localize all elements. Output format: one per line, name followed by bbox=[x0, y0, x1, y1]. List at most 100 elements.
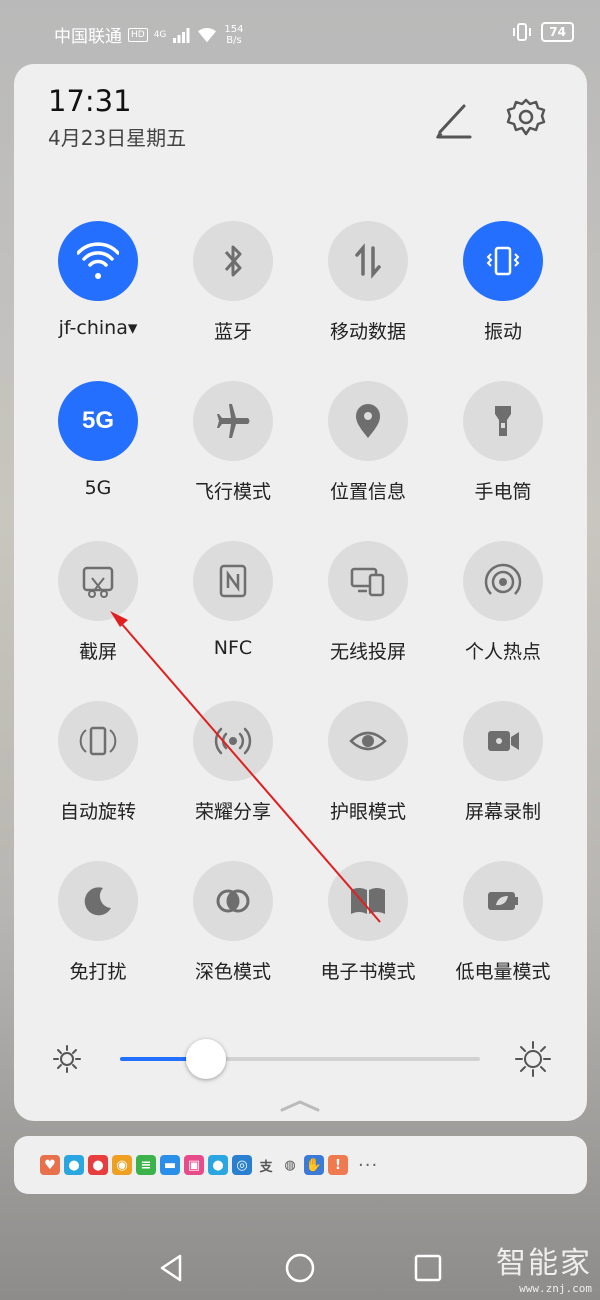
hand-icon: ✋ bbox=[304, 1155, 324, 1175]
tile-toggle[interactable] bbox=[193, 221, 273, 301]
vibrate-status-icon bbox=[513, 23, 532, 41]
tile-toggle[interactable] bbox=[193, 701, 273, 781]
tile-screenshot[interactable]: 截屏 bbox=[33, 541, 163, 664]
tile-label: 移动数据 bbox=[329, 321, 406, 343]
edit-button[interactable] bbox=[432, 96, 476, 140]
tile-ebook[interactable]: 电子书模式 bbox=[303, 861, 433, 984]
brightness-low-icon bbox=[53, 1045, 81, 1073]
tile-toggle[interactable] bbox=[463, 221, 543, 301]
screenshot-icon bbox=[82, 566, 114, 598]
tile-eye-comfort[interactable]: 护眼模式 bbox=[303, 701, 433, 824]
tile-toggle[interactable] bbox=[328, 701, 408, 781]
tile-toggle[interactable] bbox=[58, 541, 138, 621]
tile-toggle[interactable] bbox=[328, 381, 408, 461]
tile-wireless-projection[interactable]: 无线投屏 bbox=[303, 541, 433, 664]
safari-icon: ◎ bbox=[232, 1155, 252, 1175]
brightness-slider-thumb[interactable] bbox=[186, 1039, 226, 1079]
tile-mobile-data[interactable]: 移动数据 bbox=[303, 221, 433, 344]
tile-honor-share[interactable]: 荣耀分享 bbox=[168, 701, 298, 824]
collapse-handle[interactable] bbox=[280, 1098, 320, 1114]
tile-toggle[interactable] bbox=[193, 861, 273, 941]
tile-label: NFC bbox=[213, 637, 253, 659]
screen-icon: ▬ bbox=[160, 1155, 180, 1175]
tile-label: 电子书模式 bbox=[320, 961, 416, 983]
tile-toggle[interactable]: 5G bbox=[58, 381, 138, 461]
tile-toggle[interactable] bbox=[328, 541, 408, 621]
vibrate-icon bbox=[486, 246, 520, 276]
tile-auto-rotate[interactable]: 自动旋转 bbox=[33, 701, 163, 824]
tile-label: 5G bbox=[84, 477, 112, 499]
tile-toggle[interactable] bbox=[58, 221, 138, 301]
network-type: 4G bbox=[153, 29, 167, 40]
tile-toggle[interactable] bbox=[463, 381, 543, 461]
tile-label: 振动 bbox=[483, 321, 522, 343]
tile-label: 无线投屏 bbox=[329, 641, 406, 663]
tile-toggle[interactable] bbox=[328, 221, 408, 301]
tile-toggle[interactable] bbox=[328, 861, 408, 941]
flashlight-icon bbox=[495, 406, 511, 436]
carrier-label: 中国联通 bbox=[54, 27, 122, 47]
app-icon: ● bbox=[88, 1155, 108, 1175]
ebook-icon bbox=[351, 888, 385, 914]
tile-location[interactable]: 位置信息 bbox=[303, 381, 433, 504]
app-icon: ≡ bbox=[136, 1155, 156, 1175]
5g-icon: 5G bbox=[81, 407, 114, 434]
tile-toggle[interactable] bbox=[193, 541, 273, 621]
tile-toggle[interactable] bbox=[58, 861, 138, 941]
tile-low-power[interactable]: 低电量模式 bbox=[438, 861, 568, 984]
control-panel: 17:31 4月23日星期五 jf-china▾ 蓝牙 移动数据 振动 5G 5G 飞行模式… bbox=[14, 64, 587, 1121]
tile-label: 低电量模式 bbox=[455, 961, 551, 983]
tile-5g[interactable]: 5G 5G bbox=[33, 381, 163, 499]
tile-bluetooth[interactable]: 蓝牙 bbox=[168, 221, 298, 344]
bluetooth-icon bbox=[224, 245, 242, 277]
more-notifications[interactable]: ··· bbox=[358, 1155, 378, 1176]
health-icon: ♥ bbox=[40, 1155, 60, 1175]
signal-icon bbox=[173, 27, 190, 43]
airplane-icon bbox=[217, 404, 250, 438]
notification-bar[interactable]: ♥ ● ● ◉ ≡ ▬ ▣ ● ◎ 支 ◍ ✋! ··· bbox=[14, 1136, 587, 1194]
tile-wifi[interactable]: jf-china▾ bbox=[33, 221, 163, 339]
auto-rotate-icon bbox=[79, 726, 117, 756]
gear-icon bbox=[506, 98, 546, 136]
tile-airplane[interactable]: 飞行模式 bbox=[168, 381, 298, 504]
tile-label: 个人热点 bbox=[464, 641, 541, 663]
tile-toggle[interactable] bbox=[463, 861, 543, 941]
tile-label: 深色模式 bbox=[194, 961, 271, 983]
moon-icon bbox=[84, 887, 111, 916]
hd-badge: HD bbox=[128, 27, 148, 42]
eye-comfort-icon bbox=[349, 731, 387, 751]
tile-label: 手电筒 bbox=[474, 481, 532, 503]
low-power-icon bbox=[488, 892, 518, 910]
pencil-icon bbox=[435, 104, 472, 139]
tile-toggle[interactable] bbox=[463, 701, 543, 781]
battery-indicator: 74 bbox=[541, 22, 574, 42]
tile-toggle[interactable] bbox=[58, 701, 138, 781]
tile-flashlight[interactable]: 手电筒 bbox=[438, 381, 568, 504]
tile-label: 免打扰 bbox=[69, 961, 127, 983]
tile-moon[interactable]: 免打扰 bbox=[33, 861, 163, 984]
brightness-control bbox=[14, 1034, 587, 1084]
status-bar: 中国联通 HD 4G 154 B/s 74 bbox=[0, 0, 600, 64]
tile-label: 位置信息 bbox=[329, 481, 406, 503]
weibo-icon: ◉ bbox=[112, 1155, 132, 1175]
tile-dark-mode[interactable]: 深色模式 bbox=[168, 861, 298, 984]
tile-label: jf-china▾ bbox=[58, 317, 138, 339]
wireless-projection-icon bbox=[350, 567, 385, 597]
tile-label: 护眼模式 bbox=[329, 801, 406, 823]
cloud-alert-icon: ! bbox=[328, 1155, 348, 1175]
tile-screen-record[interactable]: 屏幕录制 bbox=[438, 701, 568, 824]
back-button[interactable] bbox=[154, 1250, 190, 1286]
tile-nfc[interactable]: NFC bbox=[168, 541, 298, 659]
dark-mode-icon bbox=[216, 889, 250, 913]
net-speed: 154 B/s bbox=[224, 23, 244, 46]
home-button[interactable] bbox=[282, 1250, 318, 1286]
tile-label: 屏幕录制 bbox=[464, 801, 541, 823]
tile-toggle[interactable] bbox=[193, 381, 273, 461]
tile-hotspot[interactable]: 个人热点 bbox=[438, 541, 568, 664]
tile-label: 截屏 bbox=[78, 641, 117, 663]
settings-button[interactable] bbox=[504, 96, 548, 140]
tile-vibrate[interactable]: 振动 bbox=[438, 221, 568, 344]
tile-toggle[interactable] bbox=[463, 541, 543, 621]
wifi-status-icon bbox=[198, 27, 217, 42]
recents-button[interactable] bbox=[410, 1250, 446, 1286]
